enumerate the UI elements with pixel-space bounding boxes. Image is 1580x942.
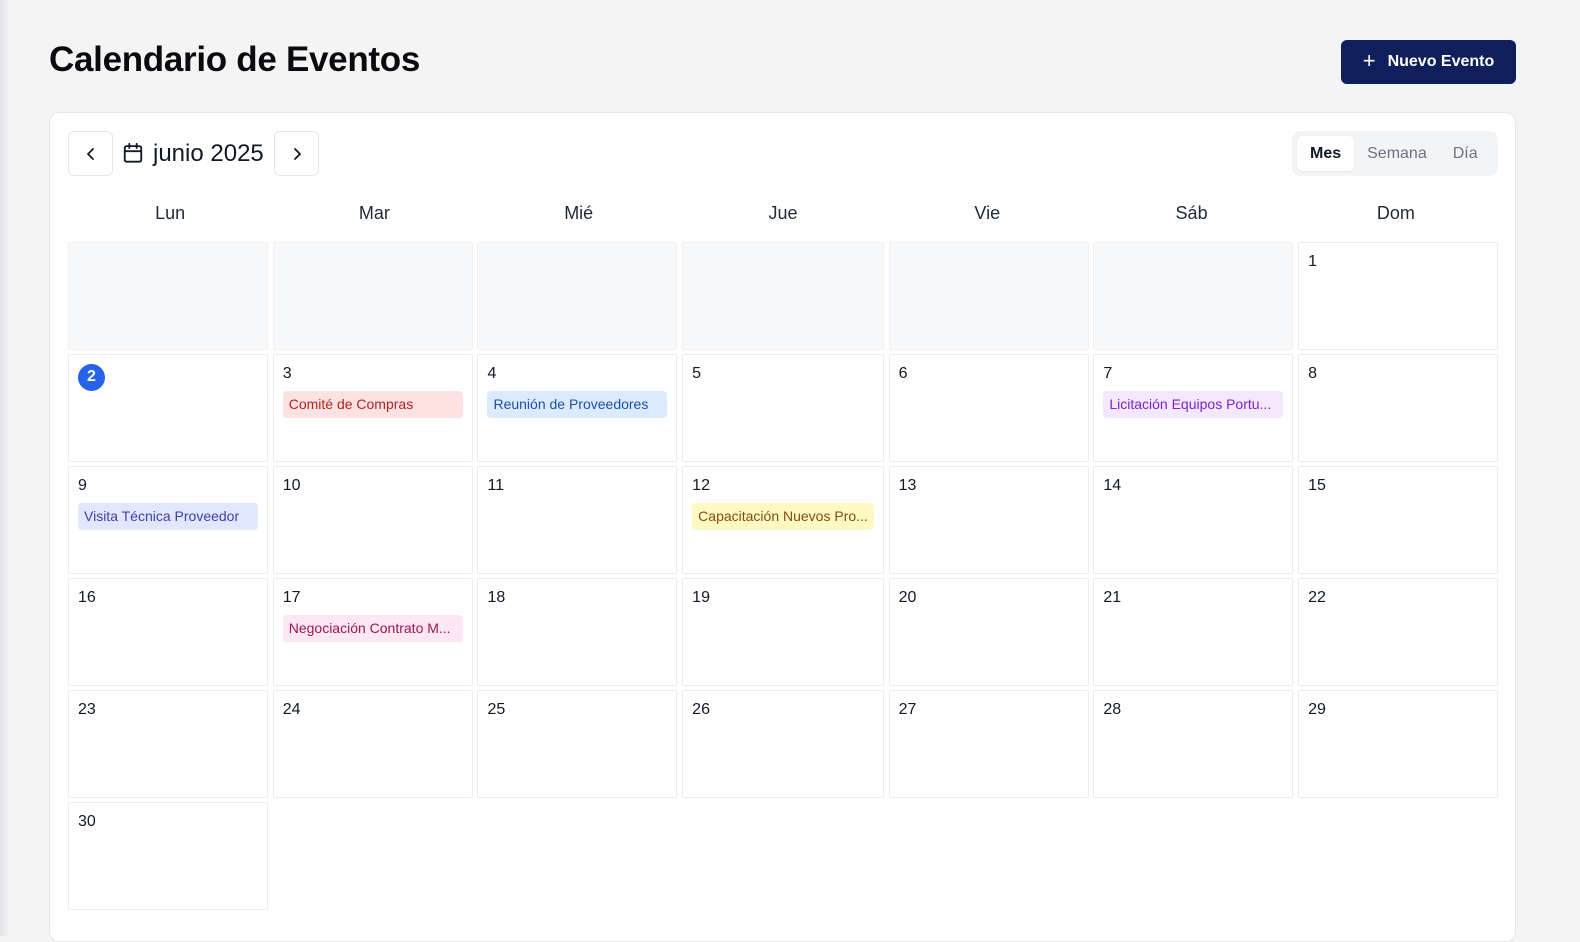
day-cell[interactable]: 27 xyxy=(888,689,1089,798)
day-number: 22 xyxy=(1308,588,1326,606)
weekday-label: Dom xyxy=(1376,203,1415,223)
month-grid: 1 2 3 Comité de Compras 4 Reunión de Proveedo… xyxy=(68,242,1498,910)
day-number: 3 xyxy=(282,364,292,382)
tab-week[interactable]: Semana xyxy=(1354,136,1440,171)
day-number: 29 xyxy=(1308,700,1326,718)
day-number: 12 xyxy=(692,476,710,494)
day-cell[interactable]: 18 xyxy=(477,577,678,686)
weekday-label: Jue xyxy=(768,203,798,223)
day-cell[interactable]: 14 xyxy=(1093,465,1294,574)
empty-day-cell xyxy=(272,242,473,350)
day-cell[interactable]: 19 xyxy=(682,577,884,686)
day-number: 18 xyxy=(487,588,506,606)
day-number: 15 xyxy=(1308,476,1326,494)
weekday-header: Lun Mar Mié Jue Vie Sáb Dom xyxy=(68,203,1498,227)
day-cell[interactable]: 1 xyxy=(1298,242,1498,350)
window-edge-shade xyxy=(0,0,10,936)
event-chip[interactable]: Reunión de Proveedores xyxy=(487,390,668,418)
page-title: Calendario de Eventos xyxy=(49,40,421,79)
empty-day-cell xyxy=(68,242,268,350)
view-switcher: Mes Semana Día xyxy=(1292,131,1498,176)
tab-day[interactable]: Día xyxy=(1440,136,1491,171)
empty-day-cell xyxy=(477,242,678,350)
day-cell[interactable]: 22 xyxy=(1298,577,1498,686)
day-number: 4 xyxy=(487,364,497,382)
tab-month[interactable]: Mes xyxy=(1297,136,1355,171)
day-number: 11 xyxy=(487,476,505,494)
empty-day-cell xyxy=(682,242,884,350)
calendar-card: junio 2025 Mes Semana Día Lun Mar Mié Ju… xyxy=(49,112,1516,942)
day-cell[interactable]: 11 xyxy=(477,465,678,574)
chevron-right-icon xyxy=(293,147,301,160)
day-number: 28 xyxy=(1103,700,1122,718)
weekday-label: Vie xyxy=(974,203,1001,223)
weekday-label: Lun xyxy=(155,203,186,223)
day-cell[interactable]: 9 Visita Técnica Proveedor xyxy=(68,465,268,574)
day-number: 8 xyxy=(1308,364,1317,382)
calendar-icon xyxy=(123,142,143,163)
event-chip[interactable]: Negociación Contrato M... xyxy=(282,614,463,642)
event-chip[interactable]: Comité de Compras xyxy=(282,390,463,418)
day-cell[interactable]: 2 xyxy=(68,353,268,462)
weekday-label: Mié xyxy=(564,203,594,223)
day-number: 17 xyxy=(282,588,301,606)
event-chip[interactable]: Capacitación Nuevos Pro... xyxy=(692,502,874,530)
day-number: 6 xyxy=(898,364,908,382)
day-number: 5 xyxy=(692,364,702,382)
day-cell[interactable]: 21 xyxy=(1093,577,1294,686)
day-cell[interactable]: 7 Licitación Equipos Portu... xyxy=(1093,353,1294,462)
day-number: 10 xyxy=(282,476,301,494)
day-cell[interactable]: 16 xyxy=(68,577,268,686)
day-cell[interactable]: 29 xyxy=(1298,689,1498,798)
day-cell[interactable]: 17 Negociación Contrato M... xyxy=(272,577,473,686)
new-event-label: Nuevo Evento xyxy=(1387,53,1495,70)
day-cell[interactable]: 25 xyxy=(477,689,678,798)
day-number: 24 xyxy=(282,700,301,718)
day-number: 21 xyxy=(1103,588,1122,606)
day-number: 23 xyxy=(78,700,96,718)
empty-day-cell xyxy=(1093,242,1294,350)
event-chip[interactable]: Licitación Equipos Portu... xyxy=(1103,390,1284,418)
day-number: 1 xyxy=(1308,253,1317,270)
day-cell[interactable]: 23 xyxy=(68,689,268,798)
day-number: 26 xyxy=(692,700,710,718)
today-day-number: 2 xyxy=(78,363,105,391)
day-cell[interactable]: 30 xyxy=(68,801,268,910)
day-cell[interactable]: 15 xyxy=(1298,465,1498,574)
day-cell[interactable]: 24 xyxy=(272,689,473,798)
day-number: 27 xyxy=(898,700,917,718)
day-number: 20 xyxy=(898,588,917,606)
day-cell[interactable]: 28 xyxy=(1093,689,1294,798)
new-event-button[interactable]: + Nuevo Evento xyxy=(1341,40,1516,84)
day-cell[interactable]: 26 xyxy=(682,689,884,798)
day-number: 9 xyxy=(78,476,87,494)
day-cell[interactable]: 12 Capacitación Nuevos Pro... xyxy=(682,465,884,574)
day-number: 16 xyxy=(78,588,96,606)
day-number: 19 xyxy=(692,588,710,606)
next-month-button[interactable] xyxy=(274,131,319,176)
current-month-label: junio 2025 xyxy=(153,140,264,167)
previous-month-button[interactable] xyxy=(68,131,113,176)
weekday-label: Mar xyxy=(358,203,390,223)
chevron-left-icon xyxy=(86,147,94,160)
weekday-label: Sáb xyxy=(1175,203,1208,223)
empty-day-cell xyxy=(888,242,1089,350)
plus-icon: + xyxy=(1362,48,1376,73)
day-number: 13 xyxy=(898,476,917,494)
event-chip[interactable]: Visita Técnica Proveedor xyxy=(78,502,258,530)
day-cell[interactable]: 5 xyxy=(682,353,884,462)
day-cell[interactable]: 10 xyxy=(272,465,473,574)
day-cell[interactable]: 4 Reunión de Proveedores xyxy=(477,353,678,462)
day-cell[interactable]: 6 xyxy=(888,353,1089,462)
day-number: 30 xyxy=(78,812,96,830)
day-number: 25 xyxy=(487,700,506,718)
day-cell[interactable]: 3 Comité de Compras xyxy=(272,353,473,462)
day-cell[interactable]: 8 xyxy=(1298,353,1498,462)
day-number: 7 xyxy=(1103,364,1113,382)
day-cell[interactable]: 20 xyxy=(888,577,1089,686)
day-cell[interactable]: 13 xyxy=(888,465,1089,574)
day-number: 14 xyxy=(1103,476,1122,494)
